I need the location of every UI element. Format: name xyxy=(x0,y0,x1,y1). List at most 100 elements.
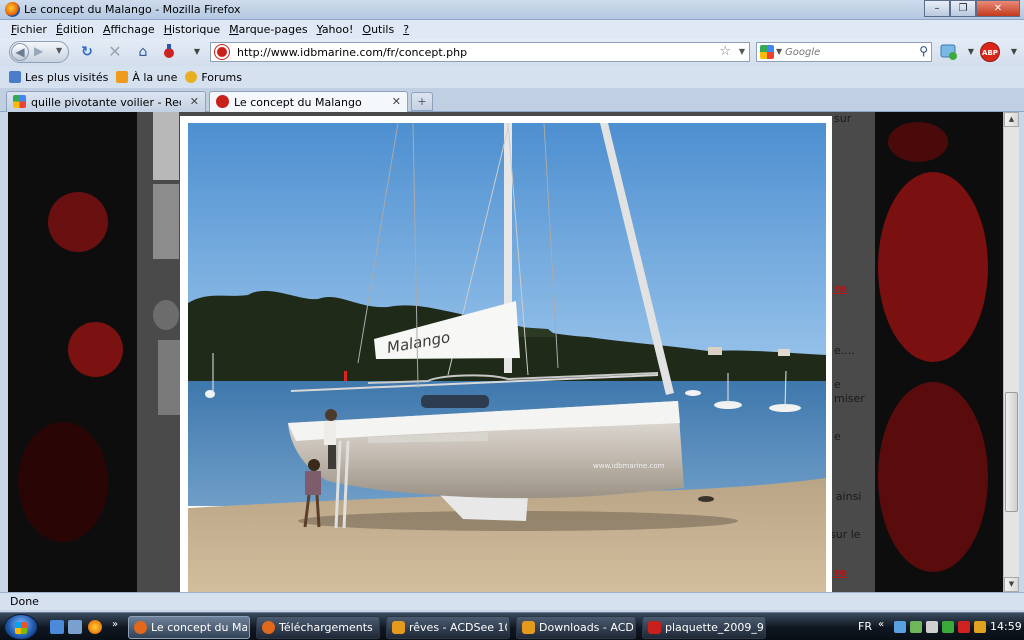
taskbar-item-firefox[interactable]: Le concept du Mala... xyxy=(128,616,250,639)
menu-outils[interactable]: Outils xyxy=(360,20,397,39)
reload-icon[interactable]: ↻ xyxy=(78,43,96,61)
switch-windows-icon[interactable] xyxy=(68,620,82,634)
forward-button[interactable]: ▶ xyxy=(34,44,43,58)
taskbar-item-acdsee-reves[interactable]: rêves - ACDSee 10 G... xyxy=(386,616,510,639)
background-swirl xyxy=(878,172,988,362)
url-text: http://www.idbmarine.com/fr/concept.php xyxy=(237,46,468,59)
tab-label: quille pivotante voilier - Recherche ... xyxy=(31,96,181,109)
quicklaunch-expand-icon[interactable]: » xyxy=(112,619,118,630)
volume-icon[interactable] xyxy=(926,621,938,633)
thumbnail-image[interactable] xyxy=(153,112,179,180)
url-dropdown-icon[interactable]: ▼ xyxy=(739,47,745,56)
window-title: Le concept du Malango - Mozilla Firefox xyxy=(24,3,241,16)
firefox-quicklaunch-icon[interactable] xyxy=(88,620,102,634)
antivirus-icon[interactable] xyxy=(958,621,970,633)
tab-malango-concept[interactable]: Le concept du Malango ✕ xyxy=(209,91,408,113)
scroll-up-button[interactable]: ▲ xyxy=(1004,112,1019,127)
addon-icon[interactable] xyxy=(160,43,178,61)
page-text: sur le xyxy=(830,528,861,541)
network-icon[interactable] xyxy=(894,621,906,633)
page-text: sur xyxy=(834,112,852,125)
thumbnail-image[interactable] xyxy=(153,300,179,330)
skype-tray-icon[interactable] xyxy=(942,621,954,633)
close-button[interactable]: ✕ xyxy=(976,0,1020,17)
navigation-toolbar: ◀ ▶ ▼ ↻ ✕ ⌂ ▼ http://www.idbmarine.com/f… xyxy=(0,39,1024,66)
menu-marque-pages[interactable]: Marque-pages xyxy=(227,20,310,39)
bookmark-label: Forums xyxy=(201,70,242,84)
menu-historique[interactable]: Historique xyxy=(162,20,223,39)
acdsee-icon xyxy=(522,621,535,634)
search-icon[interactable]: ⚲ xyxy=(919,44,928,58)
abp-dropdown-icon[interactable]: ▼ xyxy=(1005,43,1023,61)
skype-icon[interactable] xyxy=(940,43,958,61)
bookmark-label: À la une xyxy=(132,70,178,84)
addon-dropdown-icon[interactable]: ▼ xyxy=(188,43,206,61)
menu-marque-pages-label: arque-pages xyxy=(238,23,308,36)
google-engine-icon[interactable] xyxy=(760,45,774,59)
menu-edition[interactable]: Édition xyxy=(54,20,97,39)
boat-photo[interactable]: Malango www.idbmarine.com xyxy=(188,123,826,592)
maximize-button[interactable]: ❐ xyxy=(950,0,976,17)
update-icon[interactable] xyxy=(974,621,986,633)
thumbnail-image[interactable] xyxy=(153,184,179,259)
firefox-icon xyxy=(134,621,147,634)
skype-dropdown-icon[interactable]: ▼ xyxy=(962,43,980,61)
clock[interactable]: 14:59 xyxy=(990,620,1022,633)
scrollbar-thumb[interactable] xyxy=(1005,392,1018,512)
tab-google-search[interactable]: quille pivotante voilier - Recherche ...… xyxy=(6,91,206,112)
language-indicator[interactable]: FR xyxy=(858,620,872,633)
site-favicon-icon xyxy=(215,45,229,59)
forum-icon xyxy=(185,71,198,83)
stop-icon[interactable]: ✕ xyxy=(106,43,124,61)
taskbar-item-downloads[interactable]: Téléchargements xyxy=(256,616,380,639)
bookmark-headlines[interactable]: À la une xyxy=(116,71,177,84)
taskbar-item-label: Le concept du Mala... xyxy=(151,621,247,634)
menu-affichage[interactable]: Affichage xyxy=(101,20,158,39)
pdf-icon xyxy=(648,621,661,634)
taskbar-item-label: rêves - ACDSee 10 G... xyxy=(409,621,507,634)
minimize-button[interactable]: – xyxy=(924,0,950,17)
engine-dropdown-icon[interactable]: ▼ xyxy=(776,47,782,56)
back-button[interactable]: ◀ xyxy=(11,43,29,61)
scroll-down-button[interactable]: ▼ xyxy=(1004,577,1019,592)
bookmark-most-visited[interactable]: Les plus visités xyxy=(9,71,108,84)
adblock-plus-icon[interactable]: ABP xyxy=(980,42,1000,62)
taskbar-item-pdf[interactable]: plaquette_2009_999.... xyxy=(642,616,766,639)
windows-logo-icon xyxy=(15,622,27,634)
page-content: sur re e.... e miser e t ainsi sur le re xyxy=(8,112,1003,592)
page-link[interactable]: re xyxy=(834,566,847,579)
start-button[interactable] xyxy=(4,614,38,640)
menu-yahoo[interactable]: Yahoo! xyxy=(315,20,357,39)
show-desktop-icon[interactable] xyxy=(50,620,64,634)
status-bar: Done xyxy=(0,592,1024,610)
vertical-scrollbar[interactable]: ▲ ▼ xyxy=(1003,112,1019,592)
menu-help[interactable]: ? xyxy=(401,20,412,39)
background-swirl xyxy=(68,322,123,377)
menu-outils-label: utils xyxy=(371,23,395,36)
url-bar[interactable]: http://www.idbmarine.com/fr/concept.php … xyxy=(210,42,750,62)
status-text: Done xyxy=(10,595,39,608)
bookmarks-toolbar: Les plus visités À la une Forums xyxy=(0,66,1024,88)
google-icon xyxy=(13,95,26,108)
bookmark-star-icon[interactable]: ☆ xyxy=(719,44,731,59)
history-dropdown-icon[interactable]: ▼ xyxy=(56,46,62,55)
page-text: t ainsi xyxy=(828,490,862,503)
bookmark-forums[interactable]: Forums xyxy=(185,71,242,84)
thumbnail-image[interactable] xyxy=(158,340,180,415)
security-icon[interactable] xyxy=(910,621,922,633)
menu-fichier[interactable]: Fichier xyxy=(9,20,50,39)
background-swirl xyxy=(888,122,948,162)
taskbar-item-acdsee-downloads[interactable]: Downloads - ACDSe... xyxy=(516,616,636,639)
taskbar: » Le concept du Mala... Téléchargements … xyxy=(0,612,1024,640)
page-text: e xyxy=(834,378,841,391)
search-input[interactable] xyxy=(785,45,905,60)
close-tab-icon[interactable]: ✕ xyxy=(392,95,401,108)
page-link[interactable]: re xyxy=(834,282,847,295)
home-icon[interactable]: ⌂ xyxy=(134,43,152,61)
tray-expand-icon[interactable]: « xyxy=(878,619,884,630)
background-swirl xyxy=(18,422,108,542)
title-bar: Le concept du Malango - Mozilla Firefox … xyxy=(0,0,1024,20)
menu-yahoo-label: ahoo! xyxy=(321,23,354,36)
close-tab-icon[interactable]: ✕ xyxy=(190,95,199,108)
new-tab-button[interactable]: + xyxy=(411,92,433,111)
